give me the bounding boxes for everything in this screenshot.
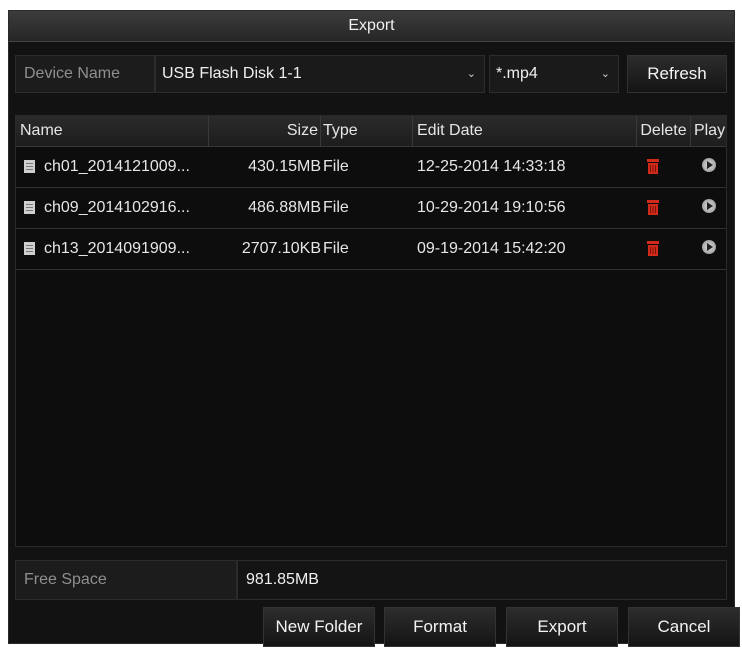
col-header-name[interactable]: Name bbox=[16, 116, 209, 146]
play-icon[interactable] bbox=[702, 199, 716, 213]
device-row: Device Name USB Flash Disk 1-1 ⌄ *.mp4 ⌄… bbox=[15, 55, 727, 93]
row-edit-date: 10-29-2014 19:10:56 bbox=[417, 199, 566, 216]
table-row[interactable]: ch01_2014121009... 430.15MB File 12-25-2… bbox=[16, 147, 726, 188]
trash-icon[interactable] bbox=[646, 199, 660, 216]
trash-icon[interactable] bbox=[646, 158, 660, 175]
file-icon bbox=[24, 160, 35, 173]
export-button[interactable]: Export bbox=[506, 607, 618, 647]
row-size: 486.88MB bbox=[248, 199, 321, 216]
row-edit-date: 12-25-2014 14:33:18 bbox=[417, 158, 566, 175]
table-row[interactable]: ch09_2014102916... 486.88MB File 10-29-2… bbox=[16, 188, 726, 229]
table-row[interactable]: ch13_2014091909... 2707.10KB File 09-19-… bbox=[16, 229, 726, 270]
free-space-row: Free Space 981.85MB bbox=[15, 560, 727, 600]
button-bar: New Folder Format Export Cancel bbox=[9, 607, 740, 647]
file-table: Name Size Type Edit Date Delete Play ch0… bbox=[15, 115, 727, 547]
file-type-select[interactable]: *.mp4 ⌄ bbox=[489, 55, 619, 93]
chevron-down-icon: ⌄ bbox=[466, 68, 476, 80]
row-edit-date: 09-19-2014 15:42:20 bbox=[417, 240, 566, 257]
new-folder-button[interactable]: New Folder bbox=[263, 607, 375, 647]
col-header-size[interactable]: Size bbox=[209, 116, 321, 146]
play-icon[interactable] bbox=[702, 158, 716, 172]
free-space-value: 981.85MB bbox=[237, 560, 727, 600]
row-type: File bbox=[323, 240, 349, 257]
row-name: ch13_2014091909... bbox=[44, 240, 190, 257]
table-header: Name Size Type Edit Date Delete Play bbox=[16, 116, 726, 147]
row-size: 430.15MB bbox=[248, 158, 321, 175]
export-dialog: Export Device Name USB Flash Disk 1-1 ⌄ … bbox=[8, 10, 740, 647]
trash-icon[interactable] bbox=[646, 240, 660, 257]
col-header-play: Play bbox=[693, 122, 726, 139]
refresh-button[interactable]: Refresh bbox=[627, 55, 727, 93]
chevron-down-icon: ⌄ bbox=[600, 68, 610, 80]
col-header-type[interactable]: Type bbox=[321, 116, 413, 146]
row-type: File bbox=[323, 158, 349, 175]
row-size: 2707.10KB bbox=[241, 240, 321, 257]
device-select-value: USB Flash Disk 1-1 bbox=[162, 65, 302, 82]
file-icon bbox=[24, 242, 35, 255]
row-type: File bbox=[323, 199, 349, 216]
col-header-edit-date[interactable]: Edit Date bbox=[413, 116, 637, 146]
format-button[interactable]: Format bbox=[384, 607, 496, 647]
dialog-title: Export bbox=[9, 11, 734, 42]
free-space-label: Free Space bbox=[15, 560, 237, 600]
row-name: ch09_2014102916... bbox=[44, 199, 190, 216]
cancel-button[interactable]: Cancel bbox=[628, 607, 740, 647]
device-name-label: Device Name bbox=[15, 55, 155, 93]
row-name: ch01_2014121009... bbox=[44, 158, 190, 175]
play-icon[interactable] bbox=[702, 240, 716, 254]
file-type-value: *.mp4 bbox=[496, 65, 538, 82]
col-header-delete: Delete bbox=[637, 116, 691, 146]
device-select[interactable]: USB Flash Disk 1-1 ⌄ bbox=[155, 55, 485, 93]
file-icon bbox=[24, 201, 35, 214]
